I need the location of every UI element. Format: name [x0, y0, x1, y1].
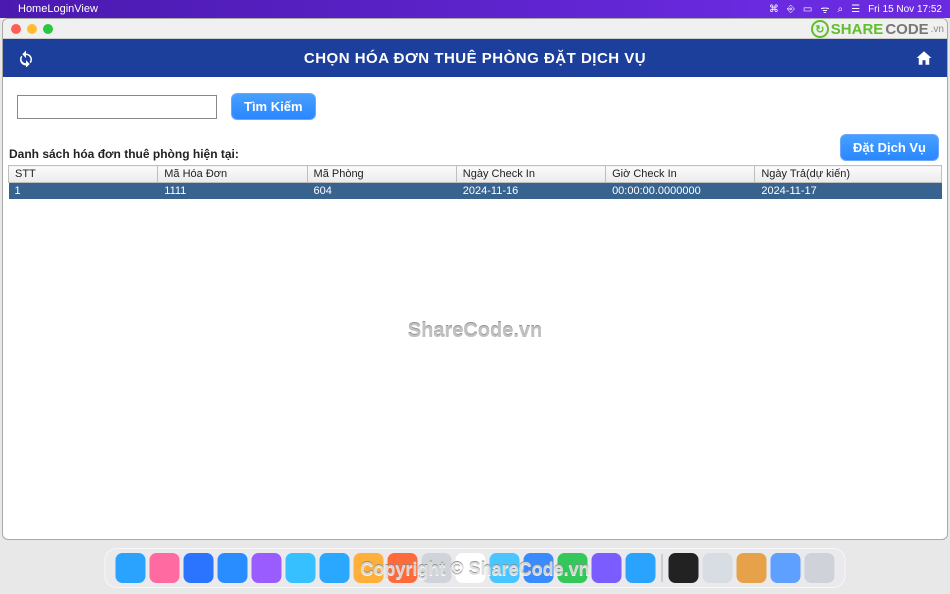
dock-app-icon[interactable]: [592, 553, 622, 583]
app-toolbar: CHỌN HÓA ĐƠN THUÊ PHÒNG ĐẶT DỊCH VỤ: [3, 39, 947, 77]
dock-app-icon[interactable]: [116, 553, 146, 583]
dock-app-icon[interactable]: [184, 553, 214, 583]
window-titlebar[interactable]: [3, 19, 947, 39]
col-checkin-time[interactable]: Giờ Check In: [606, 166, 755, 183]
dock-app-icon[interactable]: [524, 553, 554, 583]
invoice-table[interactable]: STT Mã Hóa Đơn Mã Phòng Ngày Check In Gi…: [8, 165, 942, 199]
dock-app-icon[interactable]: [703, 553, 733, 583]
search-button[interactable]: Tìm Kiếm: [231, 93, 316, 120]
home-button[interactable]: [913, 47, 935, 69]
dock-app-icon[interactable]: [490, 553, 520, 583]
window-close-icon[interactable]: [11, 24, 21, 34]
reload-icon: [17, 49, 35, 67]
app-menu-name[interactable]: HomeLoginView: [18, 3, 98, 15]
battery-icon: ▭: [803, 4, 812, 15]
search-icon[interactable]: ⌕: [837, 4, 843, 15]
mac-menubar: HomeLoginView ⌘ ⎆ ▭ ᯤ ⌕ ☰ Fri 15 Nov 17:…: [0, 0, 950, 18]
dock-app-icon[interactable]: [805, 553, 835, 583]
order-service-button[interactable]: Đặt Dịch Vụ: [840, 134, 939, 161]
col-checkin-date[interactable]: Ngày Check In: [456, 166, 605, 183]
search-row: Tìm Kiếm: [3, 87, 947, 134]
mac-dock[interactable]: [105, 548, 846, 588]
wifi-icon: ᯤ: [820, 2, 829, 16]
search-input[interactable]: [17, 95, 217, 119]
status-icon: ⌘: [769, 4, 779, 15]
invoice-table-wrap: STT Mã Hóa Đơn Mã Phòng Ngày Check In Gi…: [3, 165, 947, 505]
app-window: CHỌN HÓA ĐƠN THUÊ PHÒNG ĐẶT DỊCH VỤ Tìm …: [2, 18, 948, 540]
col-maphong[interactable]: Mã Phòng: [307, 166, 456, 183]
col-checkout-date[interactable]: Ngày Trả(dự kiến): [755, 166, 942, 183]
window-minimize-icon[interactable]: [27, 24, 37, 34]
menubar-right: ⌘ ⎆ ▭ ᯤ ⌕ ☰ Fri 15 Nov 17:52: [769, 2, 942, 16]
dock-app-icon[interactable]: [218, 553, 248, 583]
cell: 2024-11-17: [755, 183, 942, 200]
home-icon: [915, 49, 933, 67]
cell: 2024-11-16: [456, 183, 605, 200]
dock-app-icon[interactable]: [771, 553, 801, 583]
cell: 1111: [158, 183, 307, 200]
dock-separator: [662, 554, 663, 582]
menubar-left: HomeLoginView: [8, 3, 98, 15]
list-heading: Danh sách hóa đơn thuê phòng hiện tại:: [9, 147, 239, 161]
dock-app-icon[interactable]: [422, 553, 452, 583]
dock-app-icon[interactable]: [354, 553, 384, 583]
dock-app-icon[interactable]: [558, 553, 588, 583]
dock-app-icon[interactable]: [252, 553, 282, 583]
clock[interactable]: Fri 15 Nov 17:52: [868, 4, 942, 15]
content-area: Tìm Kiếm Danh sách hóa đơn thuê phòng hi…: [3, 77, 947, 505]
dock-app-icon[interactable]: [737, 553, 767, 583]
status-icon: ⎆: [787, 4, 795, 15]
page-title: CHỌN HÓA ĐƠN THUÊ PHÒNG ĐẶT DỊCH VỤ: [37, 50, 913, 67]
table-header: STT Mã Hóa Đơn Mã Phòng Ngày Check In Gi…: [9, 166, 942, 183]
dock-app-icon[interactable]: [626, 553, 656, 583]
dock-app-icon[interactable]: [320, 553, 350, 583]
dock-app-icon[interactable]: [150, 553, 180, 583]
col-mahoadon[interactable]: Mã Hóa Đơn: [158, 166, 307, 183]
cell: 1: [9, 183, 158, 200]
cell: 604: [307, 183, 456, 200]
table-row[interactable]: 1 1111 604 2024-11-16 00:00:00.0000000 2…: [9, 183, 942, 200]
table-body: 1 1111 604 2024-11-16 00:00:00.0000000 2…: [9, 183, 942, 200]
reload-button[interactable]: [15, 47, 37, 69]
dock-app-icon[interactable]: [286, 553, 316, 583]
cell: 00:00:00.0000000: [606, 183, 755, 200]
col-stt[interactable]: STT: [9, 166, 158, 183]
dock-app-icon[interactable]: [456, 553, 486, 583]
window-maximize-icon[interactable]: [43, 24, 53, 34]
dock-app-icon[interactable]: [388, 553, 418, 583]
dock-app-icon[interactable]: [669, 553, 699, 583]
control-center-icon[interactable]: ☰: [851, 4, 860, 15]
mid-row: Danh sách hóa đơn thuê phòng hiện tại: Đ…: [3, 134, 947, 165]
